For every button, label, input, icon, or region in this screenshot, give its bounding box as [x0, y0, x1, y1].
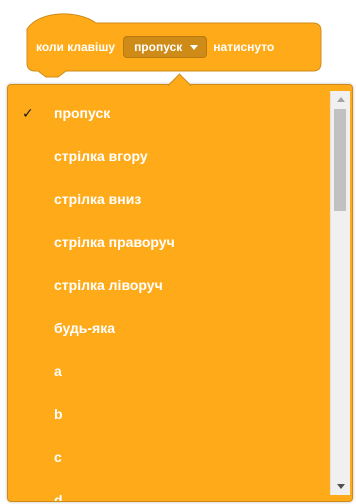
checkmark-icon: ✓: [22, 105, 34, 121]
menu-item-space[interactable]: ✓ пропуск: [8, 97, 326, 140]
menu-item-label: a: [54, 363, 62, 379]
when-key-pressed-block[interactable]: коли клавішу пропуск натиснуто: [26, 8, 322, 78]
menu-item-left-arrow[interactable]: стрілка ліворуч: [8, 269, 326, 312]
menu-item-c[interactable]: c: [8, 441, 326, 484]
menu-item-label: b: [54, 406, 63, 422]
scrollbar-thumb[interactable]: [334, 109, 346, 211]
menu-item-label: пропуск: [54, 105, 111, 121]
key-dropdown-menu[interactable]: ✓ пропуск стрілка вгору стрілка вниз стр…: [7, 84, 353, 502]
menu-item-label: d: [54, 492, 63, 502]
menu-item-down-arrow[interactable]: стрілка вниз: [8, 183, 326, 226]
menu-item-label: стрілка праворуч: [54, 234, 175, 250]
menu-item-any[interactable]: будь-яка: [8, 312, 326, 355]
block-label-pressed: натиснуто: [213, 40, 275, 54]
menu-item-label: c: [54, 449, 62, 465]
stage: коли клавішу пропуск натиснуто ✓ пропуск…: [0, 0, 356, 504]
scroll-up-arrow-icon[interactable]: [331, 91, 350, 108]
scroll-down-arrow-icon[interactable]: [331, 478, 350, 495]
menu-item-b[interactable]: b: [8, 398, 326, 441]
menu-item-label: стрілка вниз: [54, 191, 142, 207]
key-dropdown-value: пропуск: [134, 40, 183, 54]
key-dropdown-field[interactable]: пропуск: [123, 36, 208, 58]
menu-item-label: стрілка ліворуч: [54, 277, 163, 293]
key-options-list: ✓ пропуск стрілка вгору стрілка вниз стр…: [8, 97, 326, 502]
menu-item-a[interactable]: a: [8, 355, 326, 398]
menu-item-up-arrow[interactable]: стрілка вгору: [8, 140, 326, 183]
menu-item-label: будь-яка: [54, 320, 116, 336]
menu-item-d[interactable]: d: [8, 484, 326, 502]
menu-item-label: стрілка вгору: [54, 148, 148, 164]
block-label-when-key: коли клавішу: [36, 40, 116, 54]
menu-item-right-arrow[interactable]: стрілка праворуч: [8, 226, 326, 269]
menu-scrollbar[interactable]: [330, 91, 350, 495]
caret-down-icon: [190, 44, 199, 50]
hat-block-content: коли клавішу пропуск натиснуто: [26, 34, 322, 60]
